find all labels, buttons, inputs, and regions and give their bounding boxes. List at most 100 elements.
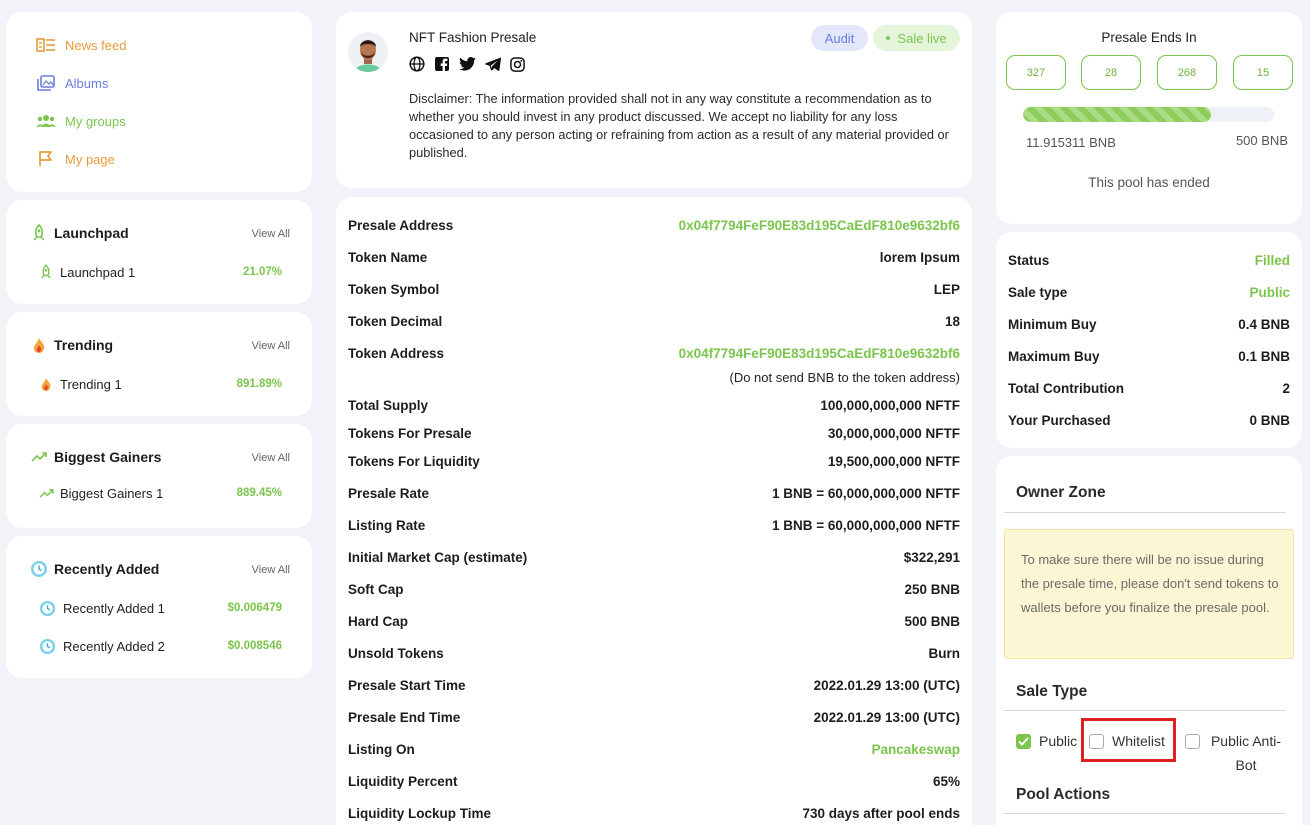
countdown-card: Presale Ends In 327 28 268 15 11.915311 … xyxy=(996,12,1302,224)
avatar xyxy=(348,32,388,72)
presale-details-card: Presale Address 0x04f7794FeF90E83d195CaEd… xyxy=(336,197,972,825)
list-item-value: 891.89% xyxy=(236,378,282,390)
nav-card: News feed Albums My groups My page xyxy=(6,12,312,192)
facebook-icon[interactable] xyxy=(434,56,450,77)
detail-label: Token Address xyxy=(348,346,445,361)
detail-row: Presale Start Time 2022.01.29 13:00 (UTC) xyxy=(348,678,960,693)
list-item[interactable]: Recently Added 2 $0.008546 xyxy=(38,637,282,655)
sale-type-whitelist-checkbox[interactable]: Whitelist xyxy=(1089,733,1165,749)
detail-value: 2022.01.29 13:00 (UTC) xyxy=(813,710,960,725)
nav-item-my-groups[interactable]: My groups xyxy=(36,113,126,129)
list-item-label: Recently Added 1 xyxy=(63,600,165,616)
clock-icon xyxy=(38,599,56,617)
list-item-value: 21.07% xyxy=(242,266,282,278)
detail-value[interactable]: Pancakeswap xyxy=(871,742,960,757)
check-icon xyxy=(1016,734,1031,749)
twitter-icon[interactable] xyxy=(459,57,476,76)
list-item-label: Trending 1 xyxy=(60,376,122,392)
launchpad-view-all-link[interactable]: View All xyxy=(252,228,290,240)
nav-item-label: My page xyxy=(65,151,115,167)
albums-icon xyxy=(36,75,56,91)
gainers-view-all-link[interactable]: View All xyxy=(252,452,290,464)
trend-up-icon xyxy=(30,448,48,466)
raised-amount: 11.915311 BNB xyxy=(1026,135,1116,150)
detail-value: 30,000,000,000 NFTF xyxy=(827,426,960,441)
stat-label: Status xyxy=(1008,253,1050,268)
list-item[interactable]: Launchpad 1 21.07% xyxy=(38,264,282,280)
countdown-days: 327 xyxy=(1006,55,1066,90)
hard-cap-amount: 500 BNB xyxy=(1235,133,1288,148)
instagram-icon[interactable] xyxy=(510,56,525,77)
list-item-label: Biggest Gainers 1 xyxy=(60,485,164,501)
stat-value: 0.1 BNB xyxy=(1238,349,1290,364)
stat-value: 2 xyxy=(1282,381,1290,396)
sale-type-public-checkbox[interactable]: Public xyxy=(1016,733,1077,749)
clock-icon xyxy=(38,637,56,655)
rocket-icon xyxy=(30,224,48,242)
stat-label: Minimum Buy xyxy=(1008,317,1097,332)
detail-label: Unsold Tokens xyxy=(348,646,444,661)
launchpad-card: Launchpad View All Launchpad 1 21.07% xyxy=(6,200,312,304)
trending-card: Trending View All Trending 1 891.89% xyxy=(6,312,312,416)
recent-title: Recently Added xyxy=(30,560,159,578)
countdown-title: Presale Ends In xyxy=(1101,30,1197,45)
detail-label: Tokens For Presale xyxy=(348,426,472,441)
owner-zone-card: Owner Zone To make sure there will be no… xyxy=(996,456,1302,825)
trending-view-all-link[interactable]: View All xyxy=(252,340,290,352)
list-item[interactable]: Biggest Gainers 1 889.45% xyxy=(38,485,282,501)
detail-value: 1 BNB = 60,000,000,000 NFTF xyxy=(772,486,960,501)
detail-label: Token Symbol xyxy=(348,282,440,297)
detail-label: Soft Cap xyxy=(348,582,404,597)
fire-icon xyxy=(38,376,54,392)
nav-item-label: News feed xyxy=(65,37,127,53)
detail-label: Tokens For Liquidity xyxy=(348,454,480,469)
countdown-hours: 28 xyxy=(1081,55,1141,90)
nav-item-news-feed[interactable]: News feed xyxy=(36,37,126,53)
detail-label: Total Supply xyxy=(348,398,428,413)
clock-icon xyxy=(30,560,48,578)
detail-value: 500 BNB xyxy=(904,614,960,629)
stat-value: 0.4 BNB xyxy=(1238,317,1290,332)
detail-row: Listing Rate 1 BNB = 60,000,000,000 NFTF xyxy=(348,518,960,533)
detail-value: 250 BNB xyxy=(904,582,960,597)
list-item-value: $0.008546 xyxy=(227,640,282,652)
audit-badge[interactable]: Audit xyxy=(811,25,868,51)
stat-value: Public xyxy=(1249,285,1290,300)
detail-label: Liquidity Lockup Time xyxy=(348,806,492,821)
detail-value: 19,500,000,000 NFTF xyxy=(827,454,960,469)
detail-row: Token Address 0x04f7794FeF90E83d195CaEdF8… xyxy=(348,346,960,361)
detail-label: Hard Cap xyxy=(348,614,409,629)
detail-row: Token Decimal 18 xyxy=(348,314,960,329)
recent-view-all-link[interactable]: View All xyxy=(252,564,290,576)
detail-row: Liquidity Lockup Time 730 days after pool… xyxy=(348,806,960,821)
nav-item-my-page[interactable]: My page xyxy=(36,151,115,167)
news-feed-icon xyxy=(36,37,56,53)
list-item[interactable]: Trending 1 891.89% xyxy=(38,376,282,392)
list-item[interactable]: Recently Added 1 $0.006479 xyxy=(38,599,282,617)
detail-row: Tokens For Liquidity 19,500,000,000 NFTF xyxy=(348,454,960,469)
detail-row: Hard Cap 500 BNB xyxy=(348,614,960,629)
telegram-icon[interactable] xyxy=(485,57,502,76)
stat-row: Sale type Public xyxy=(1008,285,1290,300)
list-item-value: 889.45% xyxy=(236,487,282,499)
divider xyxy=(1004,512,1286,513)
detail-value: 18 xyxy=(944,314,960,329)
detail-row: Initial Market Cap (estimate) $322,291 xyxy=(348,550,960,565)
detail-row: Soft Cap 250 BNB xyxy=(348,582,960,597)
detail-value: 2022.01.29 13:00 (UTC) xyxy=(813,678,960,693)
status-dot-icon xyxy=(886,36,891,40)
detail-value[interactable]: 0x04f7794FeF90E83d195CaEdF810e9632bf6 xyxy=(679,218,960,233)
detail-label: Token Name xyxy=(348,250,428,265)
flag-icon xyxy=(36,151,56,167)
token-address-note: (Do not send BNB to the token address) xyxy=(729,370,960,385)
sale-type-public-anti-bot-checkbox[interactable]: Public Anti-Bot xyxy=(1185,733,1285,777)
globe-icon[interactable] xyxy=(409,56,425,77)
detail-row: Liquidity Percent 65% xyxy=(348,774,960,789)
detail-row: Unsold Tokens Burn xyxy=(348,646,960,661)
detail-value[interactable]: 0x04f7794FeF90E83d195CaEdF810e9632bf6 xyxy=(679,346,960,361)
trending-title: Trending xyxy=(30,336,113,354)
stat-row: Status Filled xyxy=(1008,253,1290,268)
nav-item-albums[interactable]: Albums xyxy=(36,75,108,91)
countdown-seconds: 15 xyxy=(1233,55,1293,90)
nav-item-label: Albums xyxy=(65,75,109,91)
